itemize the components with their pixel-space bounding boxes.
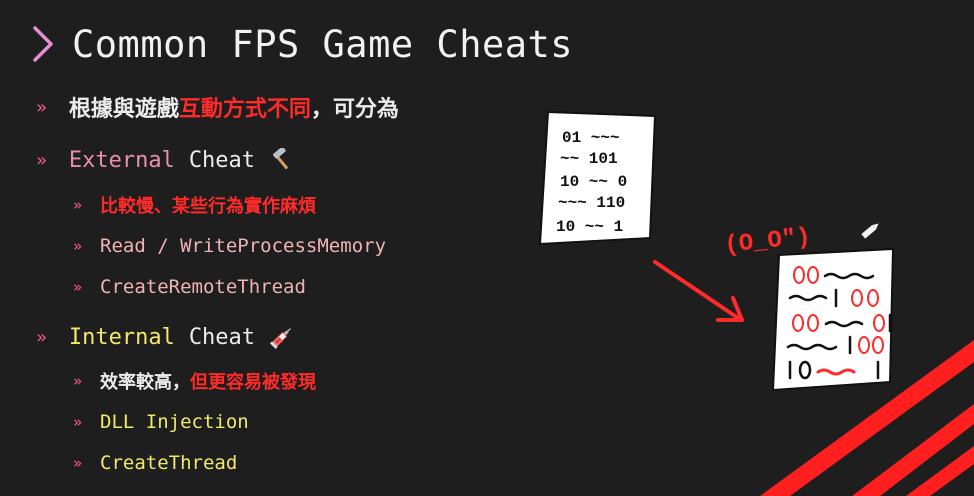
- doodle-illustration: 01 ~~~ ~~ 101 10 ~~ 0 ~~~ 110 10 ~~ 1 (O…: [538, 110, 974, 496]
- left-paper-doodle: 01 ~~~ ~~ 101 10 ~~ 0 ~~~ 110 10 ~~ 1: [538, 110, 657, 246]
- pencil-icon: [861, 223, 879, 239]
- paper-row: ~~ 101: [560, 150, 618, 168]
- paper-row: 01 ~~~: [562, 129, 620, 147]
- slide: Common FPS Game Cheats » 根據與遊戲 互動方式不同 ，可…: [0, 0, 974, 496]
- right-paper-doodle: [771, 247, 895, 392]
- arrow-icon: [653, 260, 744, 322]
- paper-row: 10 ~~ 1: [556, 218, 623, 236]
- paper-row: 10 ~~ 0: [560, 173, 627, 191]
- paper-row: ~~~ 110: [558, 194, 625, 212]
